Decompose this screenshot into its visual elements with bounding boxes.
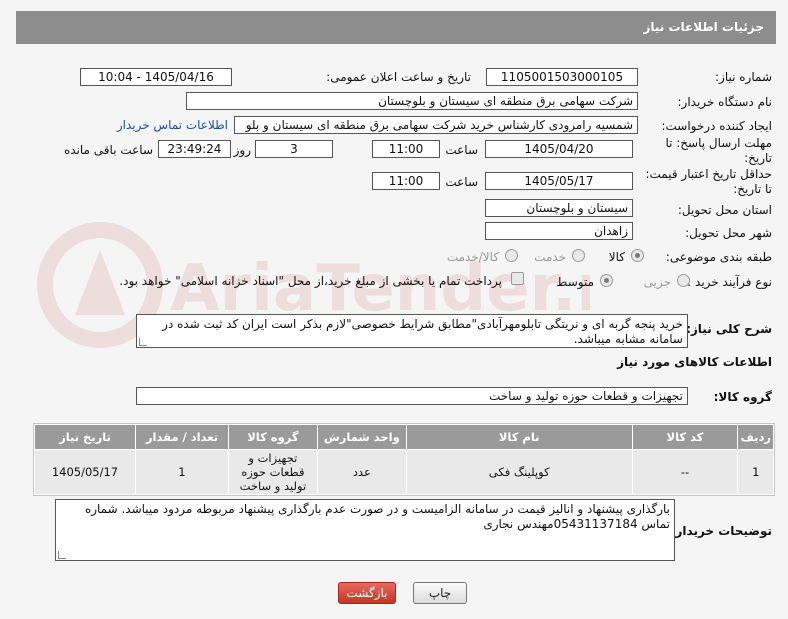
cell-qty: 1 [136,450,228,494]
purchase-type-option-medium: متوسط [556,275,594,289]
days-field: 3 [255,140,333,158]
goods-group-field: تجهیزات و قطعات حوزه تولید و ساخت [136,387,688,405]
deadline-date-field: 1405/04/20 [485,140,633,158]
goods-section-title: اطلاعات کالاهای مورد نیاز [617,355,772,369]
description-textarea[interactable]: خرید پنجه گربه ای و نریتگی تابلومهرآبادی… [136,314,688,348]
col-header-unit: واحد شمارش [317,425,406,449]
cell-row-number: 1 [738,450,773,494]
province-field: سیستان و بلوچستان [485,199,633,217]
description-text: خرید پنجه گربه ای و نریتگی تابلومهرآبادی… [162,317,683,346]
need-number-field: 1105001503000105 [486,68,638,86]
buyer-notes-textarea[interactable]: بارگذاری پیشنهاد و انالیز قیمت در سامانه… [55,499,675,561]
requester-field: شمسیه رامرودی کارشناس خرید شرکت سهامی بر… [234,116,638,134]
cell-code: -- [632,450,738,494]
deadline-label-line2: تاریخ: [744,151,772,165]
resize-grip-icon[interactable] [139,338,147,346]
purchase-type-radio-minor[interactable] [677,274,690,287]
buyer-org-label: نام دستگاه خریدار: [677,95,773,109]
col-header-row: ردیف [738,425,773,449]
description-label: شرح کلی نیاز: [686,322,772,336]
announce-field: 1405/04/16 - 10:04 [80,68,232,86]
print-button[interactable]: چاپ [413,582,467,604]
need-number-label: شماره نیاز: [715,70,772,84]
deadline-time-label: ساعت [445,143,478,157]
requester-label: ایجاد کننده درخواست: [661,119,772,133]
city-field: زاهدان [485,222,633,240]
category-radio-service[interactable] [572,249,585,262]
buyer-notes-text: بارگذاری پیشنهاد و انالیز قیمت در سامانه… [84,502,670,531]
resize-grip-icon[interactable] [58,551,66,559]
cell-name: کوپلینگ فکی [406,450,632,494]
validity-time-label: ساعت [445,175,478,189]
page-frame: AriaTender.net جزئیات اطلاعات نیاز شماره… [0,0,788,619]
cell-group: تجهیزات و قطعات حوزه تولید و ساخت [228,450,317,494]
purchase-type-radio-medium[interactable] [600,274,613,287]
cell-date: 1405/05/17 [35,450,135,494]
validity-time-field: 11:00 [372,172,440,190]
category-option-goods: کالا [608,250,625,264]
page-title: جزئیات اطلاعات نیاز [643,20,764,34]
province-label: استان محل تحویل: [677,203,772,217]
validity-label-line1: حداقل تاریخ اعتبار قیمت: [645,167,772,181]
cell-unit: عدد [317,450,406,494]
city-label: شهر محل تحویل: [685,226,772,240]
col-header-code: کد کالا [632,425,738,449]
purchase-type-option-minor: جزیی [643,275,671,289]
remaining-time-label: ساعت باقی مانده [63,143,153,157]
goods-group-label: گروه کالا: [713,390,772,404]
goods-table-header: ردیف کد کالا نام کالا واحد شمارش گروه کا… [35,425,773,449]
announce-label: تاریخ و ساعت اعلان عمومی: [326,70,471,84]
category-label: طبقه بندی موضوعی: [665,250,772,264]
buyer-org-field: شرکت سهامی برق منطقه ای سیستان و بلوچستا… [186,92,638,110]
col-header-name: نام کالا [406,425,632,449]
payment-note: پرداخت تمام یا بخشی از مبلغ خرید،از محل … [119,274,502,288]
payment-checkbox[interactable] [511,272,524,285]
category-option-service: خدمت [534,250,566,264]
col-header-group: گروه کالا [228,425,317,449]
deadline-time-field: 11:00 [372,140,440,158]
table-row: 1 -- کوپلینگ فکی عدد تجهیزات و قطعات حوز… [35,450,773,494]
page-header: جزئیات اطلاعات نیاز [16,11,776,44]
buyer-contact-link[interactable]: اطلاعات تماس خریدار [117,118,228,132]
purchase-type-label: نوع فرآیند خرید : [687,275,772,289]
validity-label-line2: تا تاریخ: [733,182,772,196]
back-button[interactable]: بازگشت [338,582,396,604]
validity-date-field: 1405/05/17 [485,172,633,190]
category-radio-goods[interactable] [631,249,644,262]
col-header-date: تاریخ نیاز [35,425,135,449]
buyer-notes-label: توضیحات خریدار: [670,524,772,538]
col-header-qty: تعداد / مقدار [136,425,228,449]
category-option-goods-service: کالا/خدمت [446,250,499,264]
deadline-label-line1: مهلت ارسال پاسخ: تا [665,136,772,150]
goods-table: ردیف کد کالا نام کالا واحد شمارش گروه کا… [33,423,775,496]
remaining-time-field: 23:49:24 [158,140,231,158]
category-radio-goods-service[interactable] [505,249,518,262]
